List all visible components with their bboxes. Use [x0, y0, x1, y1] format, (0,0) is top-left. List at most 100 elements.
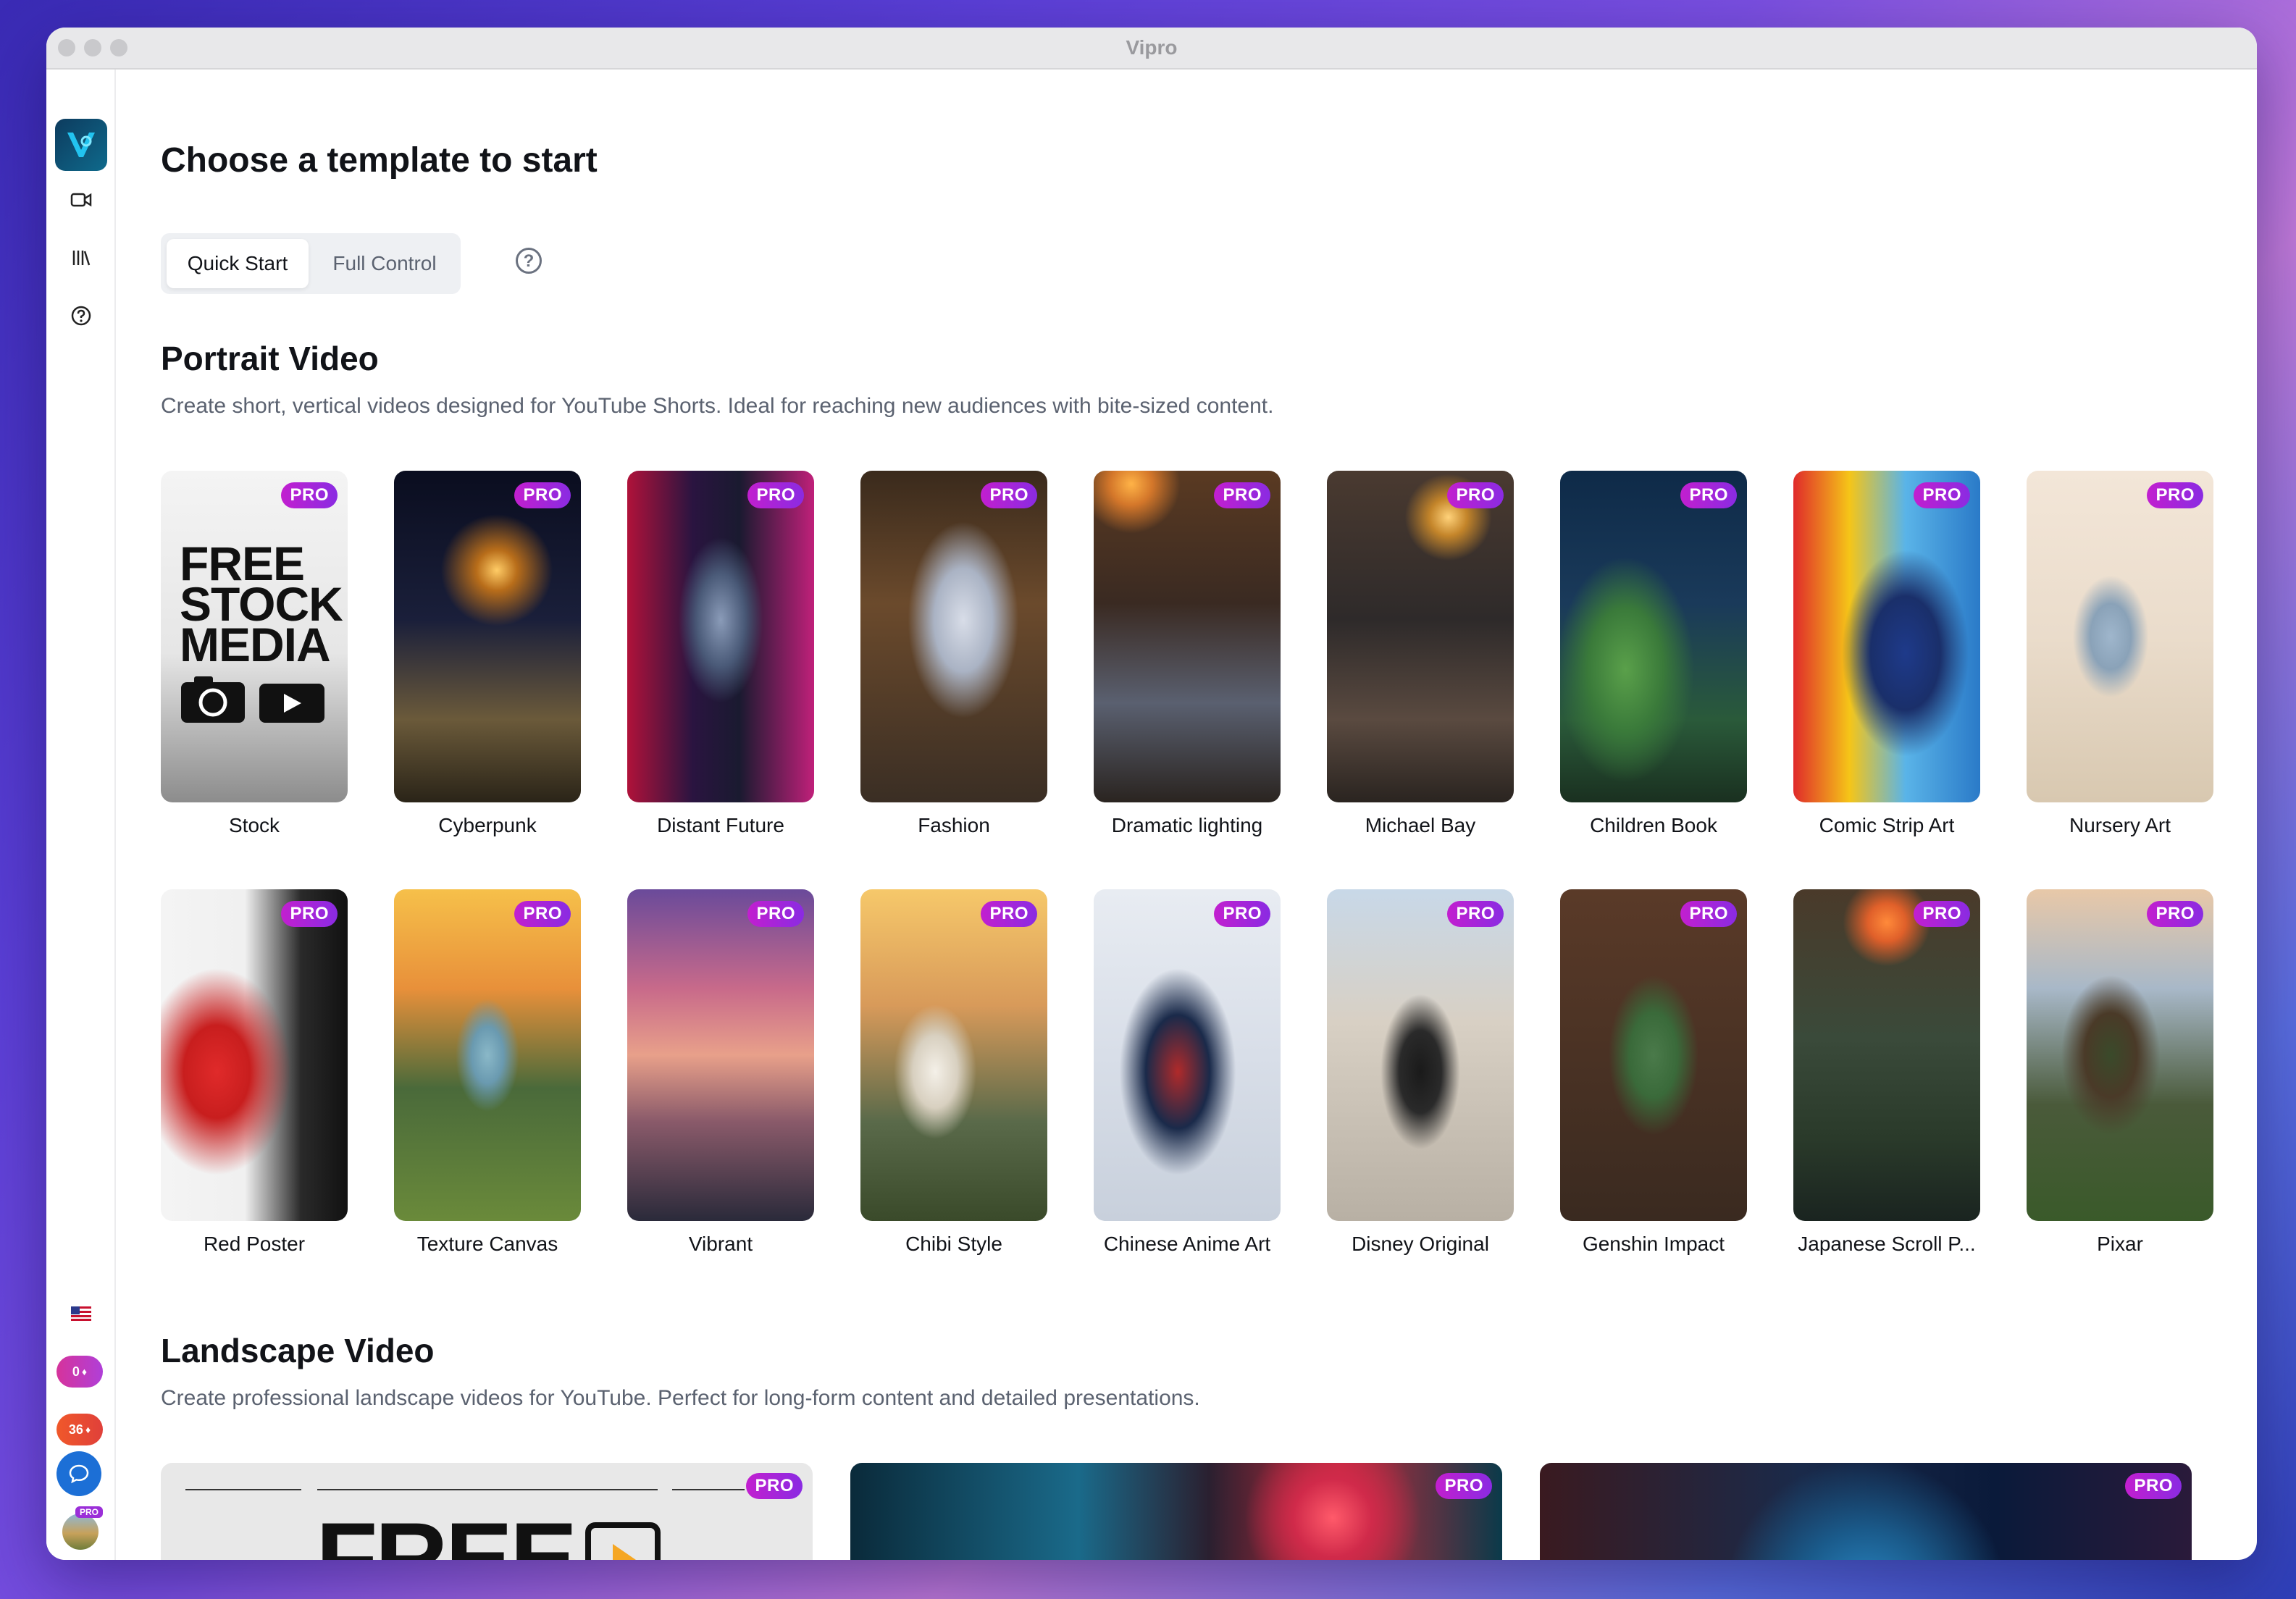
points-count: 36	[68, 1422, 83, 1437]
mode-switcher: Quick Start Full Control	[161, 233, 461, 294]
window-title: Vipro	[1126, 36, 1178, 59]
template-name: Japanese Scroll P...	[1798, 1233, 1976, 1255]
pro-badge: PRO	[747, 482, 804, 508]
template-name: Fashion	[918, 814, 990, 836]
pro-badge: PRO	[1914, 482, 1970, 508]
template-thumbnail: PRO	[1327, 889, 1514, 1221]
credits-badge[interactable]: 0 ♦	[56, 1356, 103, 1388]
help-circle-icon[interactable]	[68, 303, 94, 329]
user-avatar[interactable]: PRO	[62, 1506, 104, 1550]
pro-badge: PRO	[1447, 482, 1504, 508]
stock-media-text: FREE	[316, 1501, 577, 1561]
pro-badge: PRO	[1914, 901, 1970, 927]
template-card-children-book[interactable]: PRO Children Book	[1560, 471, 1747, 837]
template-thumbnail: PRO	[2027, 889, 2213, 1221]
template-name: Dramatic lighting	[1111, 814, 1263, 836]
landscape-card-cyber[interactable]: PRO	[850, 1463, 1502, 1560]
template-card-vibrant[interactable]: PRO Vibrant	[627, 889, 814, 1256]
template-card-chibi-style[interactable]: PRO Chibi Style	[860, 889, 1047, 1256]
template-name: Texture Canvas	[416, 1233, 558, 1255]
pro-badge: PRO	[981, 482, 1037, 508]
template-card-texture-canvas[interactable]: PRO Texture Canvas	[394, 889, 581, 1256]
template-thumbnail: PRO	[1327, 471, 1514, 802]
main-content: Choose a template to start Quick Start F…	[161, 70, 2240, 1560]
template-card-stock[interactable]: FREE STOCK MEDIA PRO Stock	[161, 471, 348, 837]
pro-badge: PRO	[1680, 482, 1737, 508]
sidebar: 0 ♦ 36 ♦ PRO	[46, 70, 116, 1560]
template-card-chinese-anime-art[interactable]: PRO Chinese Anime Art	[1094, 889, 1281, 1256]
template-card-genshin-impact[interactable]: PRO Genshin Impact	[1560, 889, 1747, 1256]
landscape-card-city[interactable]: PRO	[1540, 1463, 2192, 1560]
credits-count: 0	[72, 1364, 80, 1379]
template-thumbnail: PRO	[1793, 889, 1980, 1221]
template-name: Vibrant	[688, 1233, 753, 1255]
template-card-disney-original[interactable]: PRO Disney Original	[1327, 889, 1514, 1256]
gem-icon: ♦	[85, 1424, 91, 1435]
landscape-card-stock[interactable]: FREE PRO	[161, 1463, 813, 1560]
app-logo[interactable]	[55, 119, 107, 171]
template-name: Chinese Anime Art	[1103, 1233, 1271, 1255]
template-name: Disney Original	[1352, 1233, 1489, 1255]
template-thumbnail: PRO	[860, 471, 1047, 802]
library-icon[interactable]	[68, 245, 94, 271]
title-bar: Vipro	[46, 28, 2257, 70]
pro-badge: PRO	[281, 901, 338, 927]
template-card-comic-strip-art[interactable]: PRO Comic Strip Art	[1793, 471, 1980, 837]
avatar-pro-badge: PRO	[75, 1506, 104, 1518]
us-flag-icon[interactable]	[71, 1306, 91, 1321]
mode-help-icon[interactable]: ?	[516, 248, 542, 274]
template-thumbnail: PRO	[1094, 889, 1281, 1221]
portrait-section-title: Portrait Video	[161, 340, 379, 377]
template-thumbnail: PRO	[394, 889, 581, 1221]
template-card-dramatic-lighting[interactable]: PRO Dramatic lighting	[1094, 471, 1281, 837]
pro-badge: PRO	[746, 1473, 803, 1499]
tab-full-control[interactable]: Full Control	[314, 239, 455, 288]
template-name: Children Book	[1590, 814, 1717, 836]
template-thumbnail: FREE STOCK MEDIA PRO	[161, 471, 348, 802]
template-card-red-poster[interactable]: PRO Red Poster	[161, 889, 348, 1256]
template-name: Comic Strip Art	[1819, 814, 1955, 836]
template-thumbnail: PRO	[627, 471, 814, 802]
pro-badge: PRO	[747, 901, 804, 927]
pro-badge: PRO	[1214, 482, 1270, 508]
template-name: Cyberpunk	[438, 814, 537, 836]
template-card-nursery-art[interactable]: PRO Nursery Art	[2027, 471, 2213, 837]
template-thumbnail: PRO	[1560, 889, 1747, 1221]
gem-icon: ♦	[81, 1366, 88, 1377]
template-thumbnail: PRO	[394, 471, 581, 802]
pro-badge: PRO	[2147, 482, 2203, 508]
pro-badge: PRO	[2147, 901, 2203, 927]
pro-badge: PRO	[1214, 901, 1270, 927]
stock-media-text: FREE STOCK MEDIA	[180, 537, 343, 671]
pro-badge: PRO	[1436, 1473, 1492, 1499]
video-camera-icon[interactable]	[68, 187, 94, 213]
template-name: Pixar	[2097, 1233, 2143, 1255]
divider-line	[185, 1489, 301, 1490]
vipro-logo-icon	[67, 133, 95, 157]
divider-line	[672, 1489, 745, 1490]
template-name: Distant Future	[657, 814, 784, 836]
template-card-fashion[interactable]: PRO Fashion	[860, 471, 1047, 837]
play-icon	[585, 1522, 661, 1560]
template-card-pixar[interactable]: PRO Pixar	[2027, 889, 2213, 1256]
template-thumbnail: PRO	[860, 889, 1047, 1221]
divider-line	[317, 1489, 658, 1490]
pro-badge: PRO	[981, 901, 1037, 927]
tab-quick-start[interactable]: Quick Start	[167, 239, 309, 288]
chat-support-button[interactable]	[56, 1451, 101, 1496]
template-name: Nursery Art	[2069, 814, 2171, 836]
pro-badge: PRO	[1680, 901, 1737, 927]
template-card-distant-future[interactable]: PRO Distant Future	[627, 471, 814, 837]
template-card-michael-bay[interactable]: PRO Michael Bay	[1327, 471, 1514, 837]
template-name: Genshin Impact	[1582, 1233, 1725, 1255]
points-badge[interactable]: 36 ♦	[56, 1414, 103, 1445]
template-name: Red Poster	[203, 1233, 306, 1255]
pro-badge: PRO	[2125, 1473, 2182, 1499]
template-thumbnail: PRO	[1793, 471, 1980, 802]
template-name: Stock	[228, 814, 280, 836]
chat-bubble-icon	[69, 1464, 89, 1484]
template-name: Chibi Style	[905, 1233, 1002, 1255]
template-card-japanese-scroll[interactable]: PRO Japanese Scroll P...	[1793, 889, 1980, 1256]
landscape-section-description: Create professional landscape videos for…	[161, 1386, 1200, 1410]
template-card-cyberpunk[interactable]: PRO Cyberpunk	[394, 471, 581, 837]
